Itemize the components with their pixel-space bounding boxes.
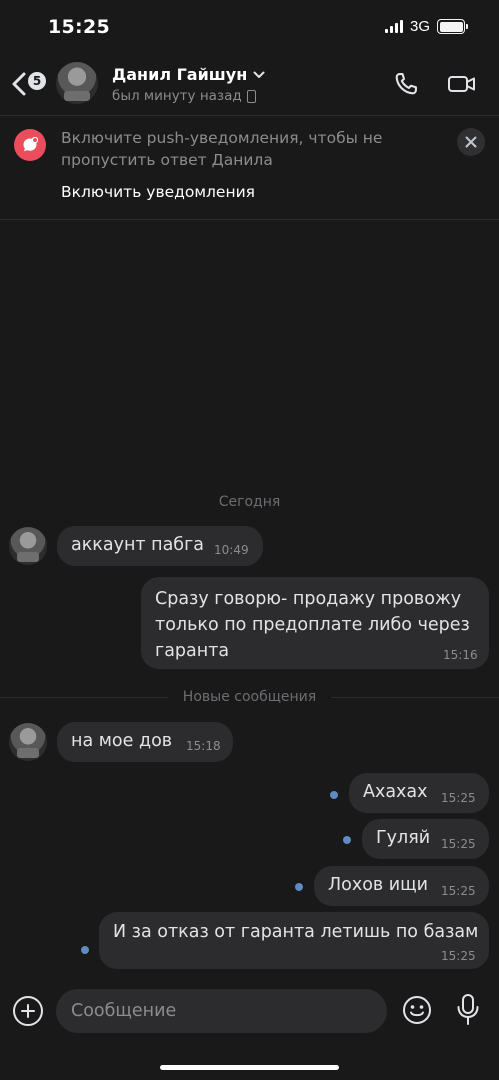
unread-count-badge: 5 [28,72,46,90]
back-button[interactable]: 5 [10,66,46,100]
home-indicator[interactable] [160,1065,339,1070]
message-bubble-outgoing[interactable]: Ахахах 15:25 [349,773,489,813]
unread-indicator [81,946,89,954]
mobile-device-icon [246,89,256,103]
chat-header: 5 Данил Гайшун был минуту назад [0,56,499,114]
message-bubble-outgoing[interactable]: Гуляй 15:25 [362,819,489,859]
message-time: 10:49 [214,543,249,557]
unread-indicator [295,883,303,891]
message-time: 15:18 [186,739,221,753]
message-text: Лохов ищи [328,875,429,895]
microphone-icon [457,994,479,1025]
unread-indicator [343,836,351,844]
unread-indicator [330,791,338,799]
message-input[interactable] [56,989,387,1033]
video-call-button[interactable] [446,70,482,102]
separator-line [331,697,499,698]
banner-divider [0,219,499,220]
close-icon [465,136,477,148]
message-text: аккаунт пабга [71,535,205,555]
chevron-down-icon [253,71,265,78]
enable-notifications-button[interactable]: Включить уведомления [61,183,255,201]
push-banner-text: Включите push-уведомления, чтобы не проп… [61,129,383,169]
message-bubble-incoming[interactable]: аккаунт пабга 10:49 [57,526,263,566]
network-type: 3G [409,18,430,35]
avatar[interactable] [9,527,47,565]
date-separator: Сегодня [218,494,281,510]
status-indicators: 3G [384,18,468,35]
avatar[interactable] [9,723,47,761]
message-text: Ахахах [363,782,428,802]
close-banner-button[interactable] [457,128,485,156]
contact-name[interactable]: Данил Гайшун [112,65,265,84]
battery-icon [437,19,468,34]
message-text: Гуляй [376,828,431,848]
phone-icon [395,73,417,95]
status-bar: 15:25 3G [0,0,499,56]
message-text: И за отказ от гаранта летишь по базам [113,922,479,942]
message-text: на мое дов [71,731,173,751]
notification-bell-icon [14,129,46,161]
message-composer [0,984,499,1044]
smiley-icon [403,996,431,1024]
avatar[interactable] [56,62,98,104]
message-bubble-outgoing[interactable]: И за отказ от гаранта летишь по базам 15… [99,912,489,969]
video-camera-icon [448,76,475,92]
message-time: 15:25 [441,949,476,963]
attach-button[interactable] [13,996,43,1026]
chevron-left-icon [12,72,26,96]
message-time: 15:25 [441,837,476,851]
last-seen-text: был минуту назад [112,88,242,104]
signal-icon [384,20,403,33]
status-time: 15:25 [48,16,110,38]
contact-name-text: Данил Гайшун [112,65,248,84]
message-bubble-outgoing[interactable]: Лохов ищи 15:25 [314,866,489,906]
message-text: Сразу говорю- продажу провожу только по … [155,589,470,661]
message-time: 15:16 [443,648,478,662]
message-time: 15:25 [441,791,476,805]
push-notification-banner: Включите push-уведомления, чтобы не проп… [0,115,499,219]
message-bubble-incoming[interactable]: на мое дов 15:18 [57,722,233,762]
last-seen-status: был минуту назад [112,88,256,104]
message-time: 15:25 [441,884,476,898]
emoji-button[interactable] [402,995,432,1025]
message-bubble-outgoing[interactable]: Сразу говорю- продажу провожу только по … [141,577,489,669]
voice-message-button[interactable] [454,993,482,1027]
new-messages-separator: Новые сообщения [0,688,499,708]
call-button[interactable] [392,70,424,102]
